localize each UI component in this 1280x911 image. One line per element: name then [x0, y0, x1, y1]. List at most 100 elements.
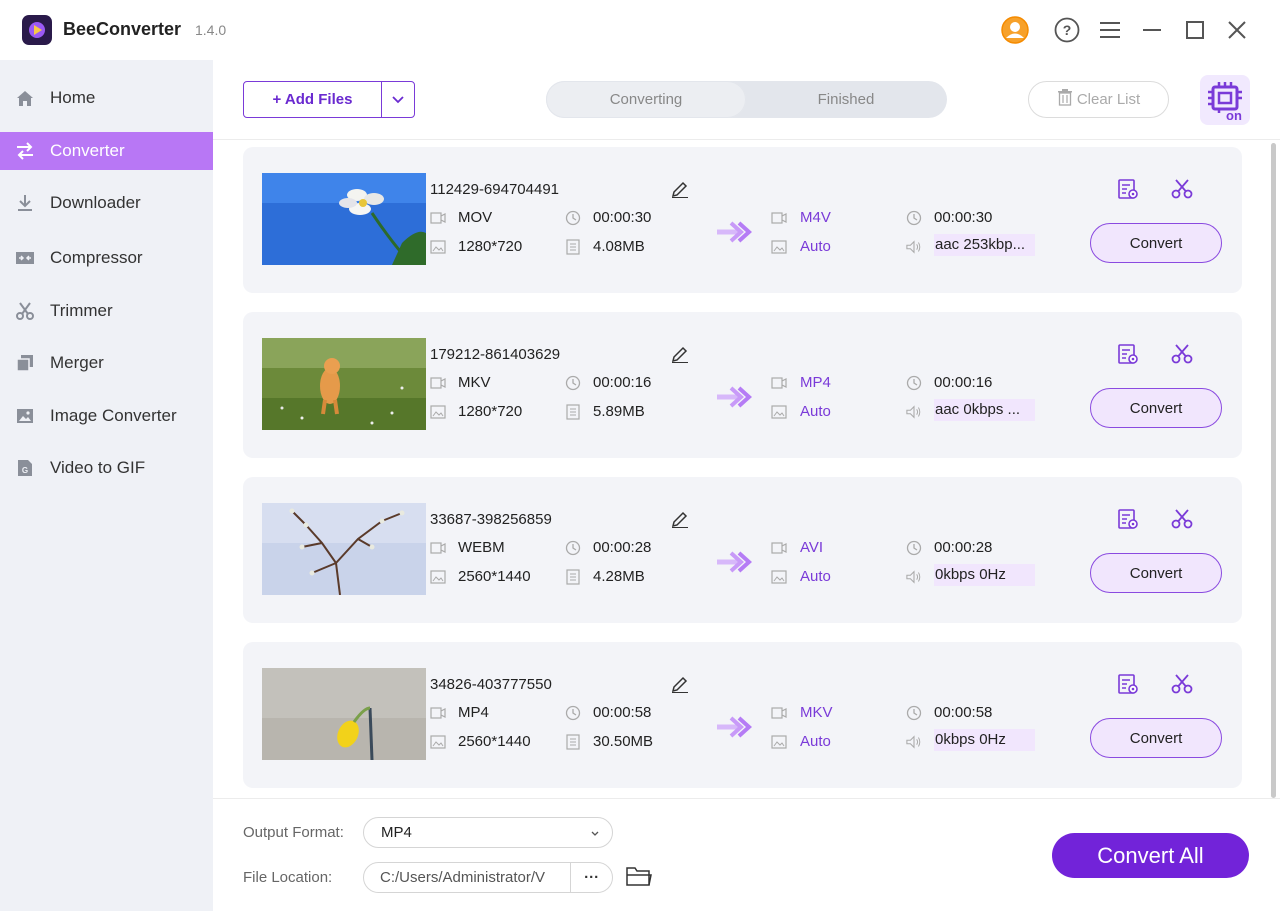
clock-icon	[565, 705, 581, 721]
file-name: 112429-694704491	[430, 181, 560, 198]
menu-icon[interactable]	[1096, 16, 1124, 44]
browse-more-button[interactable]: ···	[570, 863, 612, 892]
output-audio-select[interactable]: aac 0kbps ...	[934, 399, 1035, 421]
sidebar-item-home[interactable]: Home	[0, 79, 213, 117]
file-name: 33687-398256859	[430, 511, 552, 528]
video-thumbnail[interactable]	[262, 338, 426, 430]
add-files-button[interactable]: + Add Files	[243, 81, 415, 118]
output-format-label: Output Format:	[243, 824, 344, 841]
video-thumbnail[interactable]	[262, 503, 426, 595]
video-format-icon	[430, 540, 446, 556]
file-location-path[interactable]: C:/Users/Administrator/V	[364, 869, 570, 886]
scrollbar[interactable]	[1271, 143, 1276, 798]
trim-icon[interactable]	[1171, 343, 1193, 365]
add-files-dropdown[interactable]	[382, 82, 414, 117]
output-format-select[interactable]: MP4	[800, 374, 831, 391]
gif-icon: G	[15, 459, 35, 477]
minimize-icon[interactable]	[1138, 16, 1166, 44]
source-size: 30.50MB	[593, 733, 654, 750]
output-format-dropdown[interactable]: MP4	[363, 817, 613, 848]
folder-icon[interactable]	[626, 865, 652, 889]
convert-button[interactable]: Convert	[1090, 388, 1222, 428]
output-format-select[interactable]: AVI	[800, 539, 823, 556]
source-format: MP4	[458, 704, 489, 721]
settings-icon[interactable]	[1117, 508, 1139, 530]
edit-icon[interactable]	[670, 343, 690, 364]
convert-button[interactable]: Convert	[1090, 553, 1222, 593]
help-icon[interactable]: ?	[1053, 16, 1081, 44]
settings-icon[interactable]	[1117, 343, 1139, 365]
download-icon	[15, 194, 35, 212]
convert-all-button[interactable]: Convert All	[1052, 833, 1249, 878]
trim-icon[interactable]	[1171, 178, 1193, 200]
sidebar-item-label: Image Converter	[50, 406, 177, 425]
edit-icon[interactable]	[670, 178, 690, 199]
edit-icon[interactable]	[670, 673, 690, 694]
maximize-icon[interactable]	[1181, 16, 1209, 44]
output-resolution-select[interactable]: Auto	[800, 568, 831, 585]
file-size-icon	[565, 569, 581, 585]
source-resolution: 2560*1440	[458, 733, 531, 750]
convert-button[interactable]: Convert	[1090, 223, 1222, 263]
sidebar-item-label: Compressor	[50, 248, 143, 267]
hardware-acceleration-toggle[interactable]: on	[1200, 75, 1250, 125]
close-icon[interactable]	[1223, 16, 1251, 44]
convert-button[interactable]: Convert	[1090, 718, 1222, 758]
sidebar-item-label: Merger	[50, 353, 104, 372]
chevron-down-icon	[392, 91, 404, 109]
trim-icon[interactable]	[1171, 508, 1193, 530]
trim-icon[interactable]	[1171, 673, 1193, 695]
output-format-value: MP4	[381, 824, 412, 841]
convert-arrow-icon	[715, 715, 753, 744]
clock-icon	[565, 210, 581, 226]
sidebar-item-compressor[interactable]: Compressor	[0, 239, 213, 277]
output-audio-select[interactable]: aac 253kbp...	[934, 234, 1035, 256]
sidebar-item-video-to-gif[interactable]: G Video to GIF	[0, 449, 213, 487]
clock-icon	[906, 540, 922, 556]
convert-arrow-icon	[715, 220, 753, 249]
audio-icon	[906, 404, 922, 420]
output-resolution-select[interactable]: Auto	[800, 403, 831, 420]
output-duration: 00:00:16	[934, 374, 993, 391]
tab-converting[interactable]: Converting	[546, 81, 746, 118]
clear-list-button[interactable]: Clear List	[1028, 81, 1169, 118]
title-bar: BeeConverter 1.4.0 ?	[0, 0, 1280, 60]
file-name: 179212-861403629	[430, 346, 561, 363]
video-format-icon	[771, 210, 787, 226]
source-resolution: 1280*720	[458, 403, 523, 420]
file-card: 33687-398256859 WEBM 00:00:28 2560*1440 …	[243, 477, 1242, 623]
source-duration: 00:00:16	[593, 374, 652, 391]
toolbar-divider	[213, 139, 1280, 140]
converter-icon	[15, 142, 35, 160]
file-location-field[interactable]: C:/Users/Administrator/V ···	[363, 862, 613, 893]
clock-icon	[565, 375, 581, 391]
sidebar-item-trimmer[interactable]: Trimmer	[0, 292, 213, 330]
sidebar-item-downloader[interactable]: Downloader	[0, 184, 213, 222]
add-files-label[interactable]: + Add Files	[244, 82, 382, 117]
output-resolution-select[interactable]: Auto	[800, 238, 831, 255]
settings-icon[interactable]	[1117, 673, 1139, 695]
source-size: 4.08MB	[593, 238, 645, 255]
audio-icon	[906, 239, 922, 255]
output-resolution-select[interactable]: Auto	[800, 733, 831, 750]
sidebar-item-image-converter[interactable]: Image Converter	[0, 397, 213, 435]
clock-icon	[906, 210, 922, 226]
sidebar-item-converter[interactable]: Converter	[0, 132, 213, 170]
output-audio-select[interactable]: 0kbps 0Hz	[934, 564, 1035, 586]
video-thumbnail[interactable]	[262, 668, 426, 760]
output-audio-select[interactable]: 0kbps 0Hz	[934, 729, 1035, 751]
video-thumbnail[interactable]	[262, 173, 426, 265]
source-format: WEBM	[458, 539, 505, 556]
output-format-select[interactable]: M4V	[800, 209, 831, 226]
tab-finished[interactable]: Finished	[746, 81, 946, 118]
settings-icon[interactable]	[1117, 178, 1139, 200]
resolution-icon	[771, 569, 787, 585]
app-version: 1.4.0	[195, 22, 227, 38]
video-format-icon	[771, 705, 787, 721]
edit-icon[interactable]	[670, 508, 690, 529]
output-format-select[interactable]: MKV	[800, 704, 833, 721]
account-icon[interactable]	[1001, 16, 1029, 44]
sidebar-item-label: Video to GIF	[50, 458, 146, 477]
sidebar-item-merger[interactable]: Merger	[0, 344, 213, 382]
source-format: MOV	[458, 209, 493, 226]
